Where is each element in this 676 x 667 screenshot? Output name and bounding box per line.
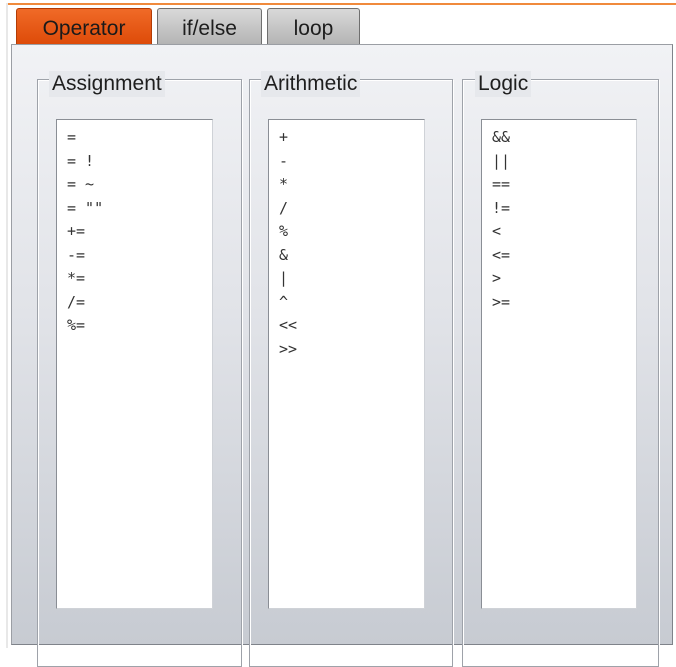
arithmetic-group-title: Arithmetic: [261, 71, 361, 97]
list-item[interactable]: <<: [269, 314, 424, 338]
list-item[interactable]: -: [269, 150, 424, 174]
window-left-edge: [6, 3, 8, 648]
list-item[interactable]: *=: [57, 267, 212, 291]
list-item[interactable]: %=: [57, 314, 212, 338]
list-item[interactable]: +=: [57, 220, 212, 244]
list-item[interactable]: ^: [269, 291, 424, 315]
list-item[interactable]: = !: [57, 150, 212, 174]
list-item[interactable]: /=: [57, 291, 212, 315]
list-item[interactable]: &: [269, 244, 424, 268]
list-item[interactable]: !=: [482, 197, 636, 221]
list-item[interactable]: =: [57, 126, 212, 150]
list-item[interactable]: %: [269, 220, 424, 244]
list-item[interactable]: = ~: [57, 173, 212, 197]
window-top-accent-line: [6, 3, 676, 5]
tab-loop[interactable]: loop: [267, 8, 360, 45]
assignment-group-title: Assignment: [49, 71, 165, 97]
assignment-operator-list[interactable]: = = ! = ~ = "" += -= *= /= %=: [56, 119, 213, 609]
list-item[interactable]: >=: [482, 291, 636, 315]
list-item[interactable]: &&: [482, 126, 636, 150]
list-item[interactable]: +: [269, 126, 424, 150]
tab-operator[interactable]: Operator: [16, 8, 152, 45]
tab-if-else[interactable]: if/else: [157, 8, 262, 45]
logic-operator-list[interactable]: && || == != < <= > >=: [481, 119, 637, 609]
list-item[interactable]: ||: [482, 150, 636, 174]
list-item[interactable]: <: [482, 220, 636, 244]
list-item[interactable]: |: [269, 267, 424, 291]
list-item[interactable]: /: [269, 197, 424, 221]
list-item[interactable]: -=: [57, 244, 212, 268]
list-item[interactable]: >>: [269, 338, 424, 362]
list-item[interactable]: <=: [482, 244, 636, 268]
list-item[interactable]: = "": [57, 197, 212, 221]
list-item[interactable]: >: [482, 267, 636, 291]
logic-group-title: Logic: [475, 71, 532, 97]
arithmetic-operator-list[interactable]: + - * / % & | ^ << >>: [268, 119, 425, 609]
list-item[interactable]: ==: [482, 173, 636, 197]
list-item[interactable]: *: [269, 173, 424, 197]
